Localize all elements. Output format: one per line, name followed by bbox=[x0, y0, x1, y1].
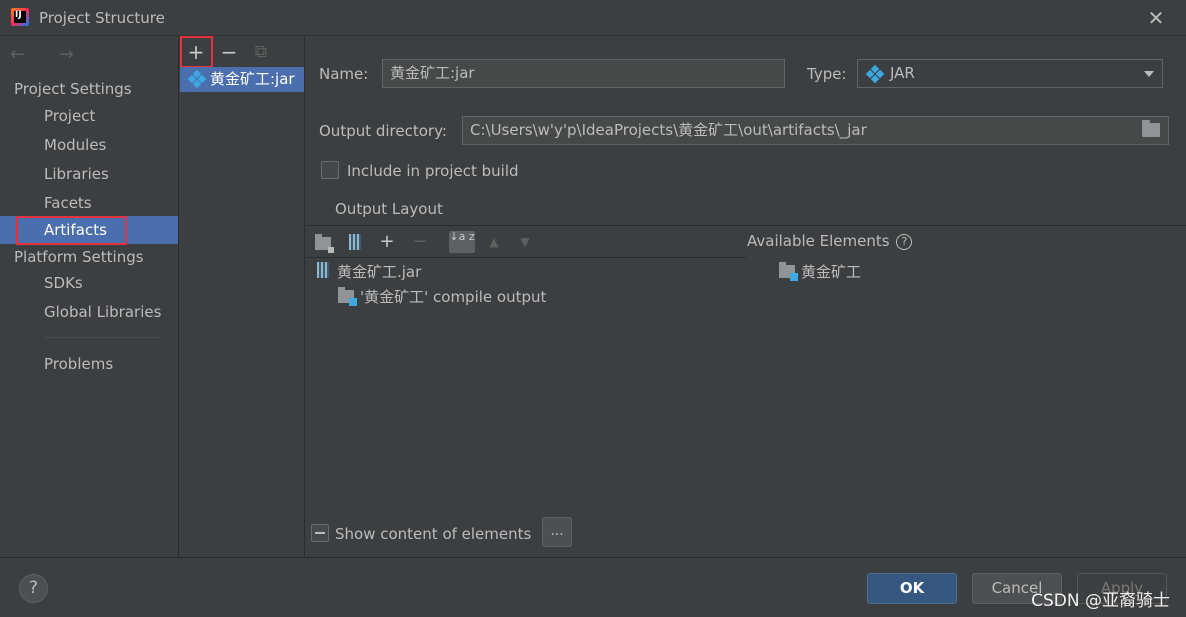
jar-file-icon bbox=[317, 262, 329, 278]
nav-item-libraries[interactable]: Libraries bbox=[0, 160, 178, 188]
nav-item-sdks[interactable]: SDKs bbox=[0, 269, 178, 297]
project-settings-header: Project Settings bbox=[14, 80, 132, 98]
available-elements-header: Available Elements ? bbox=[747, 232, 913, 250]
intellij-app-icon: IJ bbox=[11, 8, 29, 26]
nav-item-modules[interactable]: Modules bbox=[0, 131, 178, 159]
output-directory-value: C:\Users\w'y'p\IdeaProjects\黄金矿工\out\art… bbox=[470, 121, 867, 139]
nav-item-project[interactable]: Project bbox=[0, 102, 178, 130]
csdn-watermark: CSDN @亚裔骑士 bbox=[1031, 591, 1170, 611]
ok-button[interactable]: OK bbox=[867, 573, 957, 604]
create-directory-icon[interactable] bbox=[315, 234, 334, 253]
artifact-list-panel: + − ⧉ 黄金矿工:jar bbox=[179, 36, 305, 557]
type-select[interactable]: JAR bbox=[857, 59, 1163, 88]
title-bar: IJ Project Structure ✕ bbox=[0, 0, 1186, 36]
close-button[interactable]: ✕ bbox=[1144, 6, 1168, 30]
available-elements-title: Available Elements bbox=[747, 232, 890, 250]
name-label: Name: bbox=[319, 65, 369, 83]
create-archive-icon[interactable] bbox=[349, 234, 361, 250]
chevron-down-icon bbox=[1144, 71, 1154, 77]
type-select-value: JAR bbox=[890, 64, 915, 82]
jar-type-icon bbox=[865, 64, 885, 84]
output-directory-field[interactable]: C:\Users\w'y'p\IdeaProjects\黄金矿工\out\art… bbox=[462, 116, 1169, 145]
help-button[interactable]: ? bbox=[19, 574, 48, 603]
jar-artifact-icon bbox=[187, 69, 207, 89]
nav-item-facets[interactable]: Facets bbox=[0, 189, 178, 217]
include-in-build-label: Include in project build bbox=[347, 162, 519, 180]
output-tree-root[interactable]: 黄金矿工.jar bbox=[337, 261, 421, 282]
artifact-detail-panel: Name: 黄金矿工:jar Type: JAR Output director… bbox=[306, 36, 1186, 557]
tab-output-layout[interactable]: Output Layout bbox=[335, 200, 443, 218]
copy-artifact-button[interactable]: ⧉ bbox=[249, 40, 273, 64]
artifact-list-item-label: 黄金矿工:jar bbox=[210, 70, 295, 88]
name-field[interactable]: 黄金矿工:jar bbox=[382, 59, 785, 88]
browse-folder-icon[interactable] bbox=[1142, 120, 1160, 137]
module-output-folder-icon bbox=[338, 287, 357, 306]
add-element-button[interactable]: + bbox=[376, 231, 398, 253]
nav-item-global-libraries[interactable]: Global Libraries bbox=[0, 298, 178, 326]
back-forward-arrows[interactable]: ← → bbox=[10, 44, 88, 65]
show-content-options-button[interactable]: ... bbox=[542, 517, 572, 547]
output-directory-label: Output directory: bbox=[319, 122, 447, 140]
nav-divider bbox=[44, 337, 160, 338]
highlight-box-add bbox=[180, 36, 213, 68]
artifact-list-item[interactable]: 黄金矿工:jar bbox=[180, 67, 304, 92]
available-module-folder-icon bbox=[779, 262, 798, 281]
type-label: Type: bbox=[807, 65, 847, 83]
highlight-box-artifacts bbox=[16, 216, 127, 245]
move-up-button[interactable]: ▲ bbox=[483, 231, 505, 253]
window-title: Project Structure bbox=[39, 9, 165, 27]
sort-elements-button[interactable]: ↓a z bbox=[449, 231, 475, 253]
move-down-button[interactable]: ▼ bbox=[514, 231, 536, 253]
settings-nav: ← → Project Settings Project Modules Lib… bbox=[0, 36, 179, 557]
available-element-item[interactable]: 黄金矿工 bbox=[801, 261, 861, 282]
nav-item-problems[interactable]: Problems bbox=[0, 350, 178, 378]
remove-artifact-button[interactable]: − bbox=[217, 40, 241, 64]
dialog-footer: ? OK Cancel Apply CSDN @亚裔骑士 bbox=[0, 557, 1186, 617]
show-content-checkbox[interactable] bbox=[311, 524, 329, 542]
output-layout-toolbar: + − ↓a z ▲ ▼ bbox=[306, 226, 746, 258]
remove-element-button[interactable]: − bbox=[409, 231, 431, 253]
output-tree-compile-output[interactable]: '黄金矿工' compile output bbox=[360, 286, 546, 307]
include-in-build-checkbox[interactable] bbox=[321, 161, 339, 179]
artifact-list-toolbar: + − ⧉ bbox=[179, 36, 305, 68]
platform-settings-header: Platform Settings bbox=[14, 248, 144, 266]
help-icon[interactable]: ? bbox=[896, 233, 913, 250]
show-content-label: Show content of elements bbox=[335, 525, 532, 543]
